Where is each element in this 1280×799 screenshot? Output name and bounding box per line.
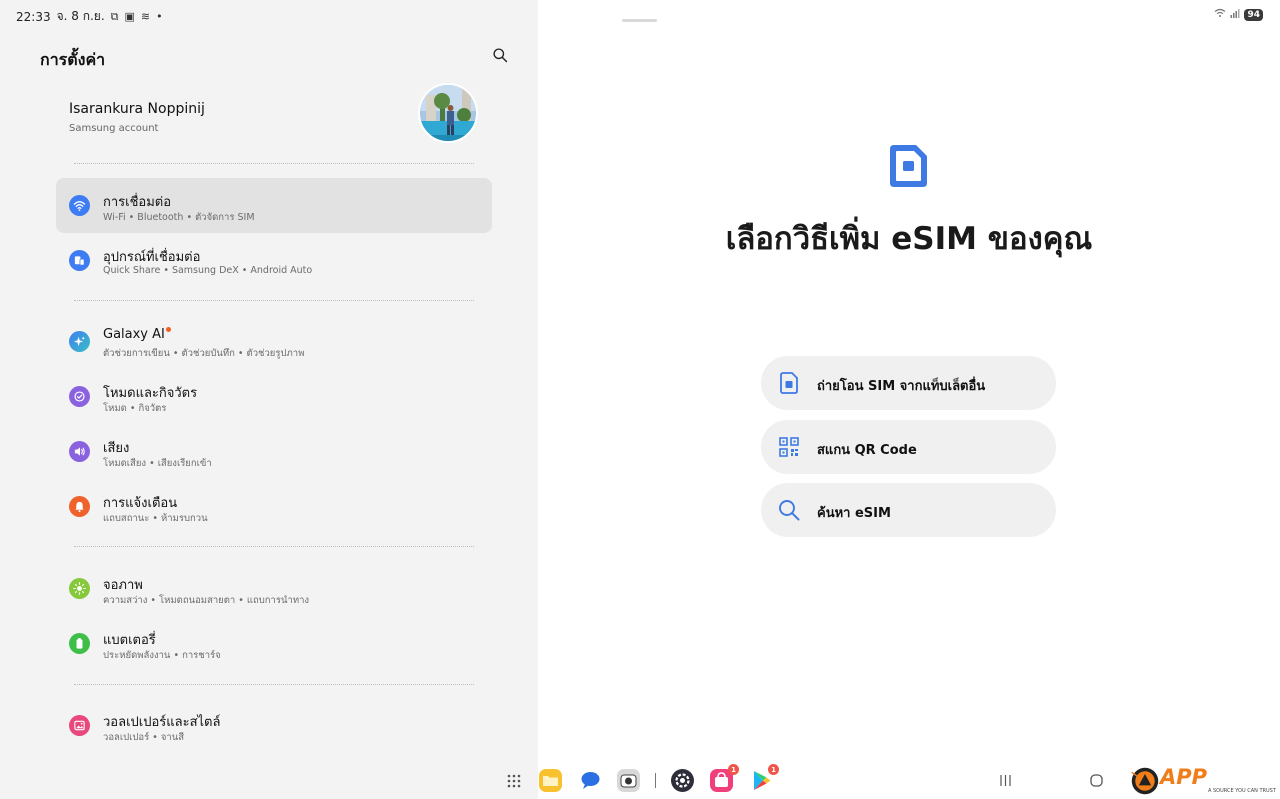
settings-item-subtitle: โหมดเสียง • เสียงเรียกเข้า: [103, 458, 212, 469]
settings-item-connected-devices[interactable]: อุปกรณ์ที่เชื่อมต่อ Quick Share • Samsun…: [56, 233, 492, 288]
watermark-text: APP: [1160, 765, 1208, 789]
divider: [74, 300, 474, 301]
qr-code-icon: [777, 435, 801, 459]
settings-item-title: จอภาพ: [103, 578, 143, 593]
bell-icon: [69, 496, 90, 517]
settings-item-title: การเชื่อมต่อ: [103, 195, 172, 210]
wifi-signal-icon: [1214, 8, 1226, 21]
apps-grid-button[interactable]: [503, 768, 528, 793]
settings-item-sound[interactable]: เสียง โหมดเสียง • เสียงเรียกเข้า: [56, 424, 492, 479]
messages-app[interactable]: [578, 768, 603, 793]
settings-panel: 22:33 จ. 8 ก.ย. ⧉ ▣ ≋ • การตั้งค่า Isara…: [0, 0, 538, 799]
cell-signal-icon: [1230, 8, 1240, 21]
galaxy-ai-label: Galaxy AI: [103, 327, 165, 342]
settings-item-title: วอลเปเปอร์และสไตล์: [103, 715, 221, 730]
status-bar-left: 22:33 จ. 8 ก.ย. ⧉ ▣ ≋ •: [16, 7, 163, 26]
avatar[interactable]: [418, 83, 478, 143]
sim-card-icon: [890, 145, 927, 187]
search-icon: [493, 48, 508, 63]
sound-icon: [69, 441, 90, 462]
status-bar-right: 94: [1214, 8, 1263, 21]
settings-item-wallpaper-style[interactable]: วอลเปเปอร์และสไตล์ วอลเปเปอร์ • จานสี: [56, 698, 492, 753]
wallpaper-icon: [69, 715, 90, 736]
esim-heading: เลือกวิธีเพิ่ม eSIM ของคุณ: [725, 221, 1093, 257]
option-label: ถ่ายโอน SIM จากแท็บเล็ตอื่น: [817, 379, 986, 394]
watermark-tagline: A SOURCE YOU CAN TRUST: [1208, 788, 1276, 794]
drag-handle[interactable]: [622, 19, 657, 22]
nfc-icon: ≋: [140, 10, 151, 23]
option-label: ค้นหา eSIM: [817, 506, 891, 521]
routine-icon: [69, 386, 90, 407]
search-button[interactable]: [492, 47, 512, 67]
divider: [74, 684, 474, 685]
settings-item-subtitle: Wi-Fi • Bluetooth • ตัวจัดการ SIM: [103, 212, 255, 223]
search-esim-option[interactable]: ค้นหา eSIM: [761, 483, 1056, 537]
taskbar: 1 1 APP A SOURCE YOU CAN TRUST: [0, 760, 1280, 799]
notification-badge: 1: [728, 764, 739, 775]
play-store-app[interactable]: 1: [749, 764, 779, 793]
battery-icon: [69, 633, 90, 654]
scan-qr-option[interactable]: สแกน QR Code: [761, 420, 1056, 474]
option-label: สแกน QR Code: [817, 443, 917, 458]
status-date: จ. 8 ก.ย.: [56, 9, 105, 23]
esim-panel: 94 เลือกวิธีเพิ่ม eSIM ของคุณ ถ่ายโอน SI…: [538, 0, 1280, 799]
status-time: 22:33: [16, 9, 51, 24]
settings-icon: [671, 769, 694, 792]
settings-item-title: Galaxy AI: [103, 327, 171, 342]
taskbar-divider: [655, 773, 656, 788]
watermark-logo: APP A SOURCE YOU CAN TRUST: [1128, 764, 1278, 798]
camera-app[interactable]: [616, 768, 641, 793]
settings-item-subtitle: ประหยัดพลังงาน • การชาร์จ: [103, 650, 221, 661]
my-files-app[interactable]: [538, 768, 563, 793]
sun-icon: [69, 578, 90, 599]
settings-item-subtitle: ความสว่าง • โหมดถนอมสายตา • แถบการนำทาง: [103, 595, 310, 606]
settings-item-subtitle: แถบสถานะ • ห้ามรบกวน: [103, 513, 208, 524]
recents-icon: [1000, 775, 1011, 786]
galaxy-store-app[interactable]: 1: [709, 764, 739, 793]
transfer-sim-option[interactable]: ถ่ายโอน SIM จากแท็บเล็ตอื่น: [761, 356, 1056, 410]
settings-item-display[interactable]: จอภาพ ความสว่าง • โหมดถนอมสายตา • แถบการ…: [56, 561, 492, 616]
settings-item-subtitle: โหมด • กิจวัตร: [103, 403, 167, 414]
settings-item-title: อุปกรณ์ที่เชื่อมต่อ: [103, 250, 201, 265]
account-name: Isarankura Noppinij: [69, 101, 205, 117]
settings-item-title: การแจ้งเตือน: [103, 496, 178, 511]
home-button[interactable]: [1084, 768, 1109, 793]
settings-item-title: เสียง: [103, 441, 130, 456]
sim-card-icon: [777, 371, 801, 395]
recents-button[interactable]: [993, 768, 1018, 793]
divider: [74, 546, 474, 547]
search-icon: [777, 498, 801, 522]
dot-icon: •: [156, 10, 163, 23]
divider: [74, 163, 474, 164]
sparkle-icon: [69, 331, 90, 352]
messages-icon: [581, 772, 600, 789]
settings-item-modes-routines[interactable]: โหมดและกิจวัตร โหมด • กิจวัตร: [56, 369, 492, 424]
new-badge-dot: [165, 327, 171, 332]
settings-item-notifications[interactable]: การแจ้งเตือน แถบสถานะ • ห้ามรบกวน: [56, 479, 492, 534]
notification-badge: 1: [768, 764, 779, 775]
settings-item-galaxy-ai[interactable]: Galaxy AI ตัวช่วยการเขียน • ตัวช่วยบันทึ…: [56, 314, 492, 369]
page-title: การตั้งค่า: [40, 50, 106, 69]
screenshot-icon: ⧉: [110, 9, 119, 23]
settings-item-subtitle: ตัวช่วยการเขียน • ตัวช่วยบันทึก • ตัวช่ว…: [103, 348, 305, 359]
settings-item-subtitle: Quick Share • Samsung DeX • Android Auto: [103, 265, 313, 276]
settings-item-title: โหมดและกิจวัตร: [103, 386, 198, 401]
my-files-icon: [539, 769, 562, 792]
account-card[interactable]: Isarankura Noppinij Samsung account: [56, 80, 492, 146]
settings-item-connections[interactable]: การเชื่อมต่อ Wi-Fi • Bluetooth • ตัวจัดก…: [56, 178, 492, 233]
apps-grid-icon: [507, 774, 521, 788]
ant-logo-icon: [1131, 767, 1159, 795]
settings-item-title: แบตเตอรี่: [103, 633, 156, 648]
battery-level: 94: [1244, 8, 1263, 21]
settings-item-subtitle: วอลเปเปอร์ • จานสี: [103, 732, 185, 743]
home-icon: [1090, 774, 1103, 787]
bag-icon: ▣: [124, 10, 135, 23]
wifi-icon: [69, 195, 90, 216]
camera-icon: [617, 769, 640, 792]
devices-icon: [69, 250, 90, 271]
settings-app[interactable]: [670, 768, 695, 793]
settings-item-battery[interactable]: แบตเตอรี่ ประหยัดพลังงาน • การชาร์จ: [56, 616, 492, 671]
account-subtitle: Samsung account: [69, 123, 159, 134]
